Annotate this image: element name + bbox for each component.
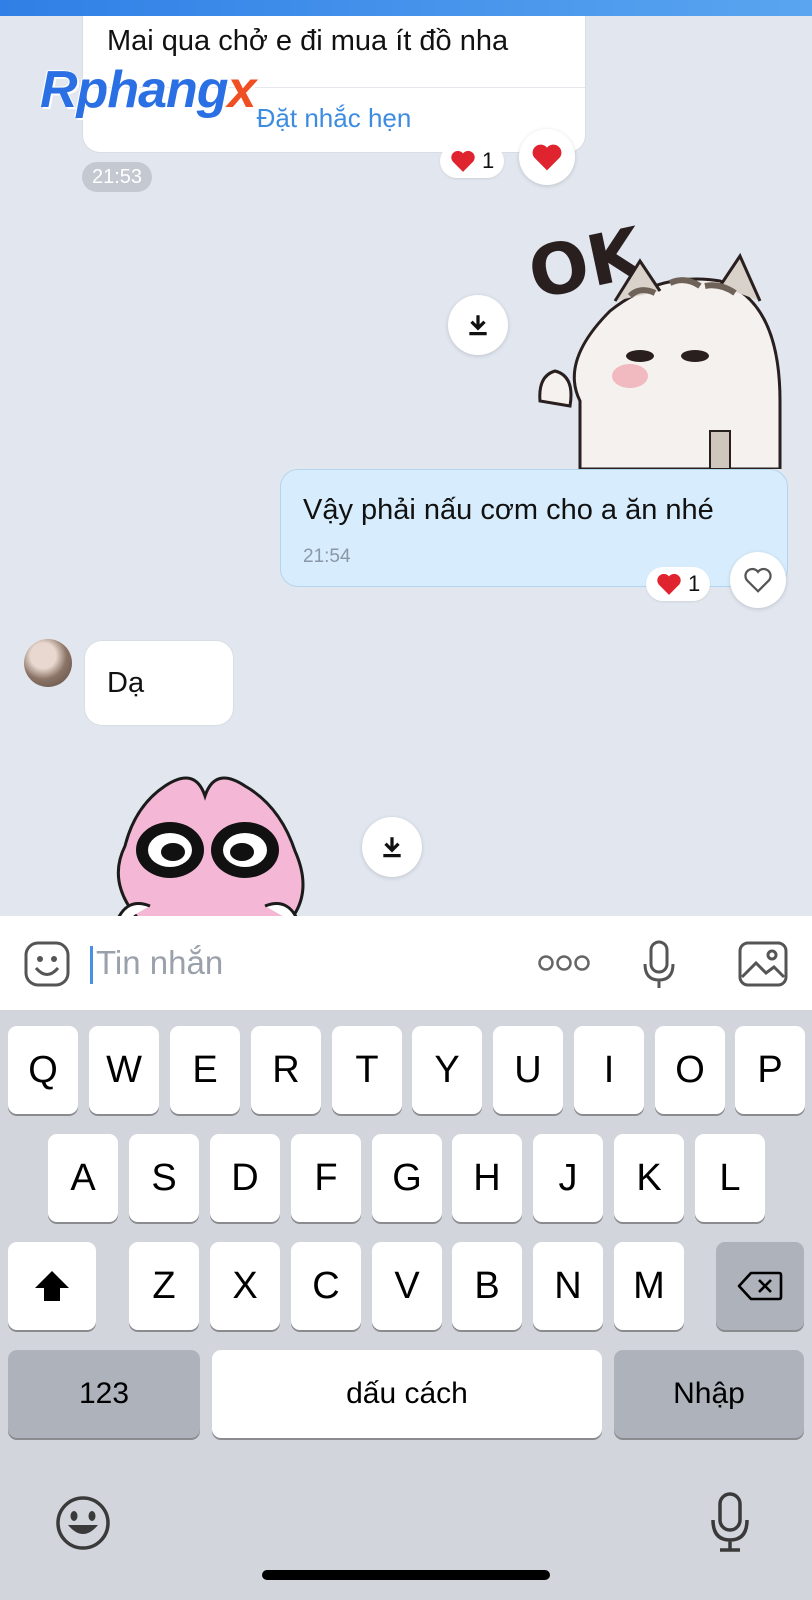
avatar[interactable] — [24, 639, 72, 687]
keyboard: Q W E R T Y U I O P A S D F G H J K L Z … — [0, 1010, 812, 1600]
home-indicator — [262, 1570, 550, 1580]
cat-ok-sticker[interactable]: OK — [520, 201, 790, 469]
watermark-logo: Rphangx — [40, 61, 256, 119]
sticker-icon[interactable] — [24, 941, 70, 987]
key-k[interactable]: K — [614, 1134, 684, 1222]
key-v[interactable]: V — [372, 1242, 442, 1330]
image-icon[interactable] — [738, 941, 788, 987]
key-d[interactable]: D — [210, 1134, 280, 1222]
key-f[interactable]: F — [291, 1134, 361, 1222]
text-caret — [90, 946, 93, 984]
react-button[interactable] — [519, 129, 575, 185]
key-a[interactable]: A — [48, 1134, 118, 1222]
key-n[interactable]: N — [533, 1242, 603, 1330]
status-bar — [0, 0, 812, 16]
key-q[interactable]: Q — [8, 1026, 78, 1114]
numbers-key[interactable]: 123 — [8, 1350, 200, 1438]
key-s[interactable]: S — [129, 1134, 199, 1222]
key-t[interactable]: T — [332, 1026, 402, 1114]
heart-outline-icon — [744, 567, 772, 593]
heart-icon — [451, 150, 475, 172]
space-key[interactable]: dấu cách — [212, 1350, 602, 1438]
key-c[interactable]: C — [291, 1242, 361, 1330]
heart-filled-icon — [532, 144, 562, 171]
bunny-sticker[interactable] — [105, 766, 325, 916]
key-j[interactable]: J — [533, 1134, 603, 1222]
message-time: 21:54 — [303, 546, 351, 567]
key-u[interactable]: U — [493, 1026, 563, 1114]
shift-icon — [35, 1271, 69, 1301]
download-button[interactable] — [448, 295, 508, 355]
key-b[interactable]: B — [452, 1242, 522, 1330]
key-p[interactable]: P — [735, 1026, 805, 1114]
key-g[interactable]: G — [372, 1134, 442, 1222]
reaction-count: 1 — [482, 148, 495, 173]
key-o[interactable]: O — [655, 1026, 725, 1114]
backspace-icon — [737, 1271, 783, 1301]
key-r[interactable]: R — [251, 1026, 321, 1114]
react-button[interactable] — [730, 552, 786, 608]
reaction-summary[interactable]: 1 — [646, 567, 711, 601]
reaction-summary[interactable]: 1 — [440, 144, 505, 178]
dictation-icon[interactable] — [710, 1492, 750, 1554]
message-input-bar: Tin nhắn — [0, 916, 812, 1010]
shift-key[interactable] — [8, 1242, 96, 1330]
microphone-icon[interactable] — [642, 940, 676, 990]
message-time: 21:53 — [82, 162, 152, 192]
download-button[interactable] — [362, 817, 422, 877]
key-l[interactable]: L — [695, 1134, 765, 1222]
key-e[interactable]: E — [170, 1026, 240, 1114]
incoming-message[interactable]: Dạ — [84, 640, 234, 726]
reaction-count: 1 — [688, 571, 701, 596]
key-m[interactable]: M — [614, 1242, 684, 1330]
chat-area[interactable]: Mai qua chở e đi mua ít đồ nha Đặt nhắc … — [0, 16, 812, 916]
key-i[interactable]: I — [574, 1026, 644, 1114]
key-z[interactable]: Z — [129, 1242, 199, 1330]
message-input[interactable]: Tin nhắn — [96, 944, 223, 982]
download-icon — [469, 315, 487, 336]
message-text: Vậy phải nấu cơm cho a ăn nhé — [303, 494, 714, 526]
more-icon[interactable] — [538, 954, 590, 972]
key-y[interactable]: Y — [412, 1026, 482, 1114]
key-h[interactable]: H — [452, 1134, 522, 1222]
key-x[interactable]: X — [210, 1242, 280, 1330]
download-icon — [383, 837, 401, 858]
return-key[interactable]: Nhập — [614, 1350, 804, 1438]
emoji-icon[interactable] — [55, 1495, 111, 1551]
key-w[interactable]: W — [89, 1026, 159, 1114]
backspace-key[interactable] — [716, 1242, 804, 1330]
message-text: Mai qua chở e đi mua ít đồ nha — [107, 25, 509, 57]
outgoing-message[interactable]: Vậy phải nấu cơm cho a ăn nhé 21:54 — [280, 469, 788, 587]
message-text: Dạ — [107, 667, 145, 699]
heart-icon — [657, 573, 681, 595]
